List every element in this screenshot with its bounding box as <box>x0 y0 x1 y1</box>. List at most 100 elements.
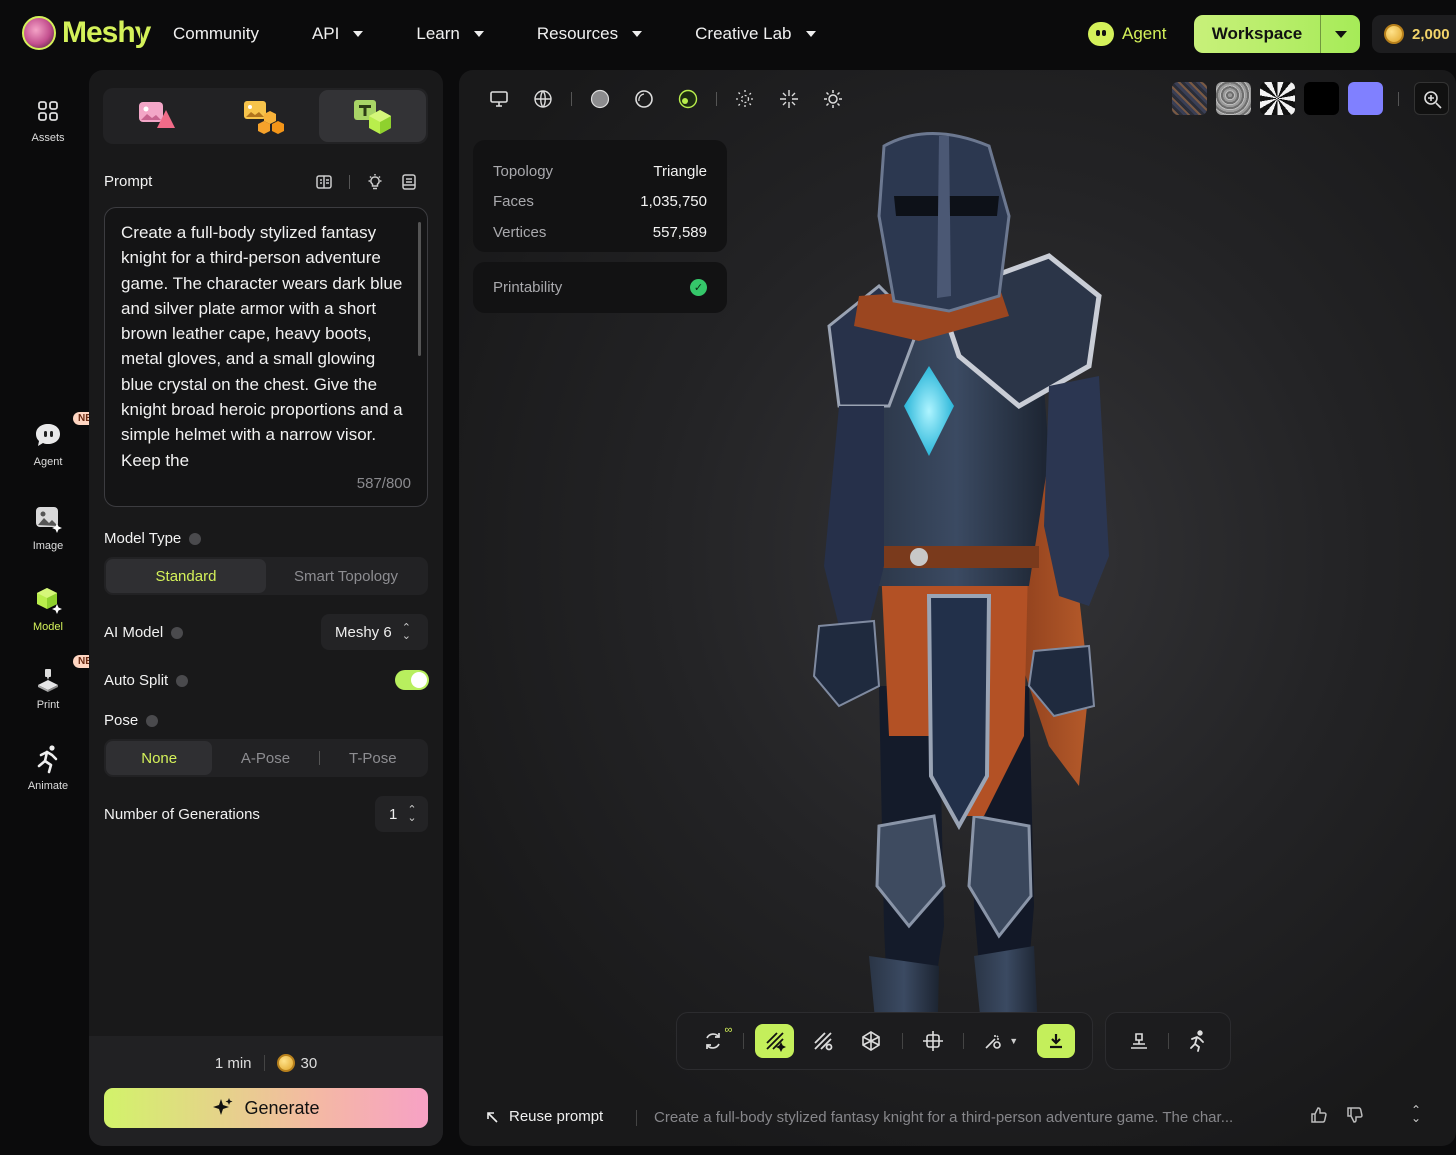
prompt-textarea[interactable]: Create a full-body stylized fantasy knig… <box>104 207 428 507</box>
rail-item-animate[interactable]: Animate <box>8 744 88 792</box>
rail-item-assets[interactable]: Assets <box>8 96 88 144</box>
prompt-text[interactable]: Create a full-body stylized fantasy knig… <box>121 220 407 478</box>
rail-item-agent[interactable]: NEW Agent <box>8 412 107 468</box>
ai-model-select[interactable]: Meshy 6 ⌃ ⌄ <box>321 614 428 650</box>
printability-card[interactable]: Printability ✓ <box>473 262 727 313</box>
chevron-down-icon <box>473 31 484 37</box>
viewport-toolbar <box>477 88 855 110</box>
skeleton-box-icon <box>922 1031 943 1051</box>
pose-none[interactable]: None <box>106 741 213 775</box>
brand-logo[interactable]: Meshy <box>22 16 151 50</box>
info-icon[interactable] <box>176 674 189 687</box>
expand-collapse-icon[interactable]: ⌃ ⌄ <box>1411 1104 1421 1124</box>
light-sparkle-icon[interactable] <box>767 88 811 110</box>
magic-wand-menu[interactable]: ▼ <box>975 1024 1027 1058</box>
info-icon[interactable] <box>189 532 202 545</box>
tab-text-to-3d[interactable] <box>319 90 426 142</box>
thumbs-down-icon[interactable] <box>1346 1106 1364 1124</box>
swatch-black[interactable] <box>1304 82 1339 115</box>
print-prep-button[interactable] <box>1121 1024 1157 1058</box>
workspace-label[interactable]: Workspace <box>1194 15 1320 53</box>
generate-label: Generate <box>244 1097 320 1118</box>
generations-label: Number of Generations <box>104 806 260 823</box>
segment-button[interactable] <box>852 1024 890 1058</box>
nav-resources[interactable]: Resources <box>537 24 643 44</box>
solid-sphere-icon[interactable] <box>578 88 622 110</box>
stat-key: Topology <box>493 162 554 180</box>
model-type-standard[interactable]: Standard <box>106 559 266 593</box>
model-type-selector: Standard Smart Topology <box>104 557 428 595</box>
model-viewport[interactable]: Topology Triangle Faces 1,035,750 Vertices… <box>459 70 1456 1146</box>
info-icon[interactable] <box>146 714 159 727</box>
swatch-roughness[interactable] <box>1216 82 1251 115</box>
book-icon[interactable] <box>400 173 418 191</box>
monitor-icon[interactable] <box>477 88 521 110</box>
mesh-stats-card: Topology Triangle Faces 1,035,750 Vertices… <box>473 140 727 252</box>
nav-label: API <box>311 24 340 43</box>
nav-api[interactable]: API <box>311 24 364 44</box>
translate-icon[interactable] <box>315 173 333 191</box>
nav-community[interactable]: Community <box>173 24 259 44</box>
download-button[interactable] <box>1036 1024 1076 1058</box>
agent-link[interactable]: Agent <box>1088 22 1166 46</box>
image-cubes-icon <box>243 101 284 134</box>
rail-item-print[interactable]: NEW Print <box>8 655 107 711</box>
texture-button[interactable] <box>755 1024 794 1058</box>
rail-label: Animate <box>27 780 69 792</box>
brush-sparkle-icon <box>765 1032 786 1052</box>
agent-bubble-icon: NEW <box>33 412 107 450</box>
generate-button[interactable]: Generate <box>104 1088 428 1128</box>
toolbar-divider <box>571 92 572 106</box>
textured-sphere-icon[interactable] <box>666 88 710 110</box>
eta-value: 1 min <box>214 1054 252 1072</box>
nav-creative-lab[interactable]: Creative Lab <box>695 24 816 44</box>
lightbulb-icon[interactable] <box>366 173 384 191</box>
tab-text-to-image[interactable] <box>103 88 210 144</box>
chevron-down-icon <box>353 31 364 37</box>
pose-a-pose[interactable]: A-Pose <box>212 741 318 775</box>
magic-wand-icon <box>985 1035 1002 1049</box>
tab-image-to-3d[interactable] <box>210 88 317 144</box>
running-figure-icon <box>1190 1030 1205 1052</box>
rig-button[interactable] <box>913 1024 951 1058</box>
running-figure-icon <box>33 744 63 774</box>
rail-item-model[interactable]: Model <box>8 585 88 633</box>
generations-stepper[interactable]: 1 ⌃ ⌄ <box>375 796 428 832</box>
thumbs-up-icon[interactable] <box>1310 1106 1328 1124</box>
prompt-scrollbar[interactable] <box>418 222 421 356</box>
animate-button[interactable] <box>1179 1024 1215 1058</box>
nav-learn[interactable]: Learn <box>416 24 484 44</box>
credits-balance[interactable]: 2,000 <box>1372 15 1456 53</box>
ai-model-value: Meshy 6 <box>335 623 392 641</box>
updown-chevron-icon: ⌃ ⌄ <box>401 622 411 642</box>
swatch-normal[interactable] <box>1348 82 1383 115</box>
model-type-label-text: Model Type <box>104 530 182 547</box>
stat-key: Vertices <box>493 223 547 241</box>
swatch-base-color[interactable] <box>1172 82 1207 115</box>
ai-model-label: AI Model <box>104 624 184 641</box>
wireframe-sphere-icon[interactable] <box>521 88 565 110</box>
light-dim-icon[interactable] <box>723 88 767 110</box>
rail-item-image[interactable]: Image <box>8 504 88 552</box>
workspace-dropdown-button[interactable] <box>1320 15 1360 53</box>
workspace-button[interactable]: Workspace <box>1194 15 1360 53</box>
pose-t-pose[interactable]: T-Pose <box>320 741 426 775</box>
reuse-prompt-button[interactable]: Reuse prompt <box>485 1108 603 1125</box>
auto-split-toggle[interactable] <box>395 670 429 690</box>
texture-swatches <box>1172 82 1449 115</box>
generation-estimate: 1 min 30 <box>89 1054 443 1072</box>
zoom-grid-button[interactable] <box>1414 82 1449 115</box>
eta-divider <box>263 1055 265 1071</box>
image-sparkle-icon <box>33 504 63 534</box>
sun-icon[interactable] <box>811 88 855 110</box>
toggle-knob <box>411 672 427 688</box>
swatch-metallic[interactable] <box>1260 82 1295 115</box>
image-cone-icon <box>138 102 175 128</box>
retexture-button[interactable] <box>804 1024 842 1058</box>
matcap-sphere-icon[interactable] <box>622 88 666 110</box>
knight-3d-model[interactable] <box>769 126 1169 1096</box>
model-type-smart-topology[interactable]: Smart Topology <box>266 559 426 593</box>
remesh-button[interactable]: ∞ <box>694 1024 732 1058</box>
prompt-preview: Create a full-body stylized fantasy knig… <box>654 1109 1234 1126</box>
info-icon[interactable] <box>171 626 184 639</box>
